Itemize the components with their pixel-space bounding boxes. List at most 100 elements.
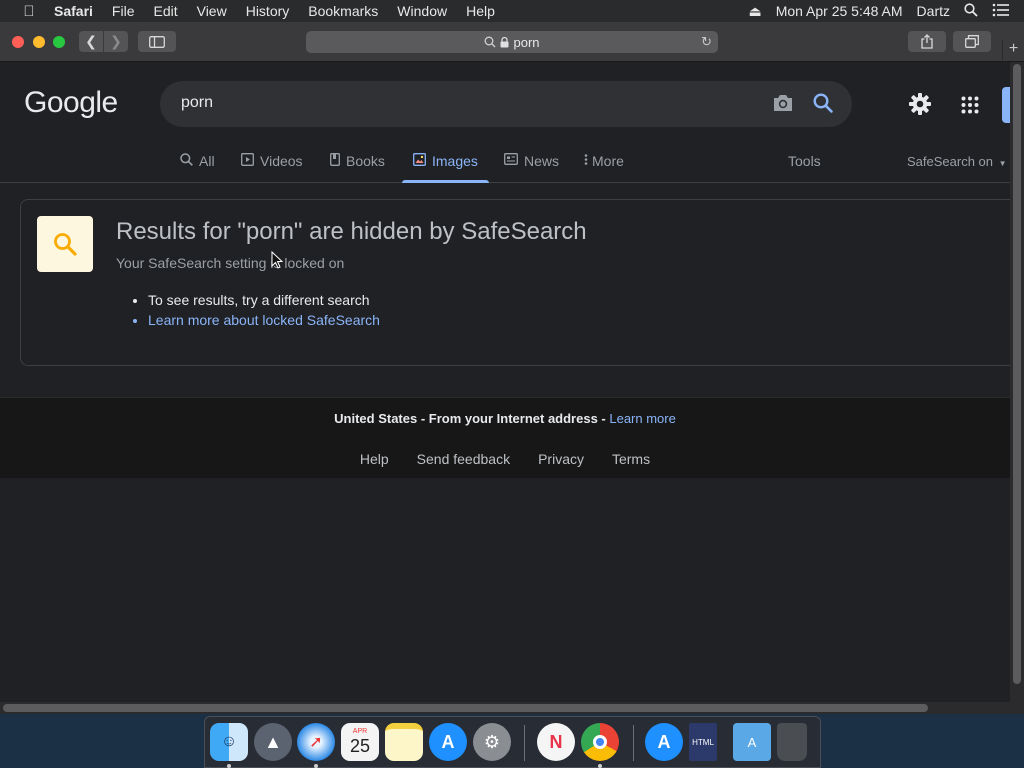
launchpad-rocket-icon[interactable]: ▲ (254, 723, 292, 761)
settings-gear-icon[interactable] (908, 92, 932, 121)
tab-news[interactable]: News (504, 153, 559, 183)
sidebar-toggle-button[interactable] (138, 31, 176, 52)
address-bar[interactable]: porn ↻ (306, 31, 718, 53)
eject-icon[interactable]: ⏏ (748, 3, 761, 20)
mouse-cursor-icon (271, 251, 283, 269)
camera-icon[interactable] (772, 93, 794, 118)
menu-help[interactable]: Help (466, 3, 495, 19)
spotlight-icon[interactable] (964, 2, 978, 20)
reload-icon[interactable]: ↻ (701, 34, 712, 50)
list-item: To see results, try a different search (148, 290, 380, 310)
horizontal-scrollbar[interactable] (0, 702, 1024, 714)
safesearch-label: SafeSearch on (907, 154, 994, 169)
news-icon (504, 153, 518, 168)
minimize-window-button[interactable] (33, 36, 45, 48)
applications-folder-icon[interactable]: A (733, 723, 771, 761)
chevron-right-icon: ❯ (110, 33, 122, 49)
account-avatar[interactable] (1002, 87, 1010, 123)
dock-separator (524, 725, 525, 761)
tabs-overview-icon (965, 35, 979, 48)
search-icon (485, 36, 496, 48)
finder-icon[interactable]: ☺ (210, 723, 248, 761)
footer-link-terms[interactable]: Terms (612, 451, 650, 467)
tools-button[interactable]: Tools (788, 153, 821, 169)
search-icon (180, 153, 193, 169)
vertical-scrollbar[interactable] (1010, 62, 1024, 702)
news-app-icon[interactable]: N (537, 723, 575, 761)
tab-more[interactable]: More (584, 153, 624, 183)
footer-link-help[interactable]: Help (360, 451, 389, 467)
safari-toolbar: ❮ ❯ porn ↻ (0, 22, 1024, 62)
menu-window[interactable]: Window (397, 3, 447, 19)
tab-all[interactable]: All (180, 153, 215, 183)
menu-history[interactable]: History (246, 3, 290, 19)
menu-file[interactable]: File (112, 3, 135, 19)
share-icon (921, 34, 933, 49)
horizontal-scroll-thumb[interactable] (3, 704, 928, 712)
search-icon (54, 233, 77, 256)
tab-label: Videos (260, 153, 303, 169)
menubar-user[interactable]: Dartz (917, 3, 950, 19)
system-preferences-gear-icon[interactable]: ⚙ (473, 723, 511, 761)
share-button[interactable] (908, 31, 946, 52)
safesearch-toggle[interactable]: SafeSearch on ▼ (907, 154, 1007, 169)
running-indicator (314, 764, 318, 768)
menu-app-safari[interactable]: Safari (54, 3, 93, 19)
footer-link-send-feedback[interactable]: Send feedback (417, 451, 510, 467)
tab-label: Books (346, 153, 385, 169)
back-button[interactable]: ❮ (79, 31, 103, 52)
tab-label: All (199, 153, 215, 169)
page-footer: United States - From your Internet addre… (0, 397, 1010, 478)
safesearch-notice-card: Results for "porn" are hidden by SafeSea… (20, 199, 1010, 366)
running-indicator (227, 764, 231, 768)
chevron-left-icon: ❮ (85, 33, 97, 49)
learn-more-location-link[interactable]: Learn more (609, 411, 675, 426)
lock-icon (500, 36, 509, 47)
calendar-icon[interactable]: APR 25 (341, 723, 379, 761)
forward-button[interactable]: ❯ (104, 31, 128, 52)
menubar-clock[interactable]: Mon Apr 25 5:48 AM (776, 3, 903, 19)
new-tab-button[interactable]: + (1002, 40, 1024, 60)
search-box[interactable]: porn (160, 81, 852, 127)
search-icon[interactable] (812, 92, 834, 119)
chrome-icon[interactable] (581, 723, 619, 761)
tab-videos[interactable]: Videos (241, 153, 303, 183)
tab-label: Images (432, 153, 478, 169)
running-indicator (598, 764, 602, 768)
calendar-month: APR (352, 728, 368, 735)
app-store-icon[interactable]: A (429, 723, 467, 761)
dock-separator (633, 725, 634, 761)
app-store-download-icon[interactable]: A (645, 723, 683, 761)
play-icon (241, 153, 254, 169)
book-icon (330, 153, 340, 169)
image-icon (413, 153, 426, 169)
html-file-icon[interactable]: HTML (689, 723, 717, 761)
show-tabs-button[interactable] (953, 31, 991, 52)
menubar-status-area: ⏏ Mon Apr 25 5:48 AM Dartz (748, 0, 1024, 22)
search-input[interactable]: porn (181, 94, 213, 112)
menu-edit[interactable]: Edit (153, 3, 177, 19)
footer-link-privacy[interactable]: Privacy (538, 451, 584, 467)
menu-bookmarks[interactable]: Bookmarks (308, 3, 378, 19)
more-vertical-icon (584, 153, 588, 169)
learn-more-safesearch-link[interactable]: Learn more about locked SafeSearch (148, 310, 380, 330)
notes-icon[interactable] (385, 723, 423, 761)
trash-icon[interactable] (777, 723, 807, 761)
fullscreen-window-button[interactable] (53, 36, 65, 48)
close-window-button[interactable] (12, 36, 24, 48)
safari-compass-icon[interactable]: ➚ (297, 723, 335, 761)
vertical-scroll-thumb[interactable] (1013, 64, 1021, 684)
tab-books[interactable]: Books (330, 153, 385, 183)
notice-title: Results for "porn" are hidden by SafeSea… (116, 218, 587, 245)
google-apps-grid-icon[interactable] (961, 96, 979, 119)
apple-menu-icon[interactable]:  (18, 3, 40, 20)
tab-images[interactable]: Images (402, 153, 489, 183)
location-text: United States - From your Internet addre… (334, 411, 610, 426)
footer-location: United States - From your Internet addre… (0, 411, 1010, 426)
tab-label: More (592, 153, 624, 169)
menu-view[interactable]: View (197, 3, 227, 19)
notice-list: To see results, try a different search L… (148, 290, 380, 330)
notification-center-icon[interactable] (992, 3, 1010, 20)
notice-subtitle: Your SafeSearch setting is locked on (116, 255, 345, 271)
google-logo[interactable]: Google (24, 86, 118, 120)
